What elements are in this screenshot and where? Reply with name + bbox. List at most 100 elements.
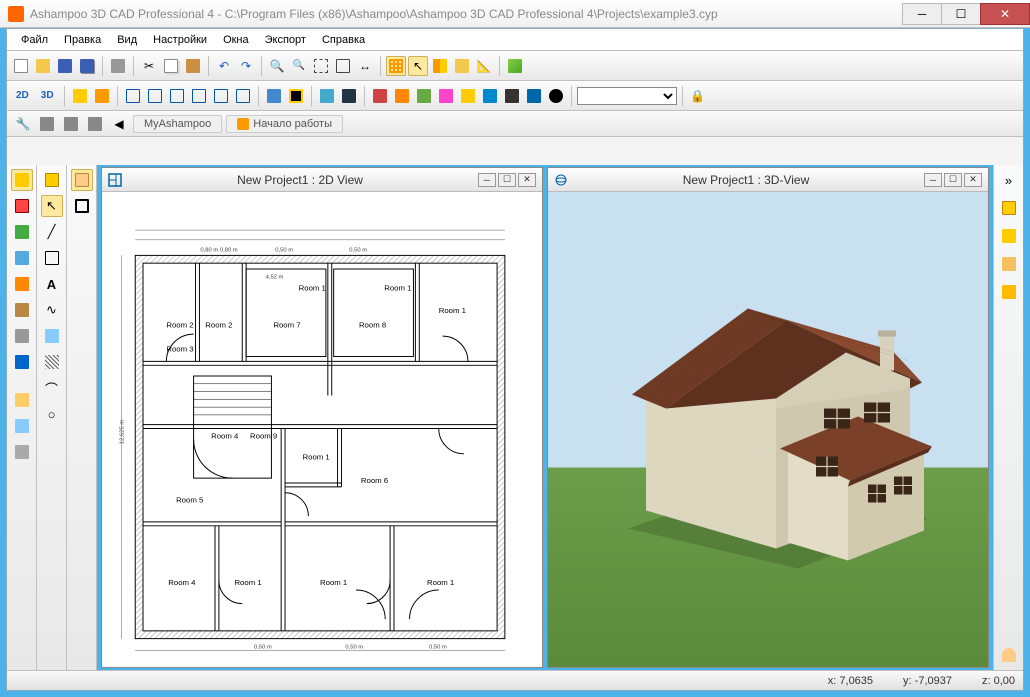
redo-icon[interactable]: ↷: [236, 56, 256, 76]
zoom-window-icon[interactable]: [333, 56, 353, 76]
layout-6-icon[interactable]: [233, 86, 253, 106]
saveas-icon[interactable]: [77, 56, 97, 76]
stair-tool-icon[interactable]: [11, 299, 33, 321]
edit-tool-icon[interactable]: [11, 415, 33, 437]
ruler-icon[interactable]: [430, 56, 450, 76]
pan-icon[interactable]: ↔: [355, 56, 375, 76]
menu-export[interactable]: Экспорт: [257, 32, 314, 48]
select-icon[interactable]: ↖: [41, 195, 63, 217]
doc-close-button[interactable]: ✕: [964, 173, 982, 187]
layout-5-icon[interactable]: [211, 86, 231, 106]
layout-1-icon[interactable]: [123, 86, 143, 106]
view-2d-canvas[interactable]: Room 2 Room 2 Room 7 Room 8 Room 1 Room …: [102, 192, 542, 667]
cut-icon[interactable]: ✂: [139, 56, 159, 76]
menu-help[interactable]: Справка: [314, 32, 373, 48]
folder-icon[interactable]: [998, 253, 1020, 275]
scale-select[interactable]: [577, 87, 677, 105]
sub-building-icon[interactable]: [41, 169, 63, 191]
catalog-icon[interactable]: [998, 197, 1020, 219]
layers-icon[interactable]: [505, 56, 525, 76]
save-icon[interactable]: [55, 56, 75, 76]
menu-settings[interactable]: Настройки: [145, 32, 215, 48]
layout-3-icon[interactable]: [167, 86, 187, 106]
menu-windows[interactable]: Окна: [215, 32, 257, 48]
tool-3-icon[interactable]: [414, 86, 434, 106]
view-house-icon[interactable]: [70, 86, 90, 106]
building-tool-icon[interactable]: [11, 169, 33, 191]
config-2-icon[interactable]: [61, 114, 81, 134]
mode-3d[interactable]: 3D: [36, 86, 59, 106]
wrench-icon[interactable]: 🔧: [13, 114, 33, 134]
line-icon[interactable]: ╱: [41, 221, 63, 243]
terrain-tool-icon[interactable]: [11, 351, 33, 373]
view-a-icon[interactable]: [317, 86, 337, 106]
tool-5-icon[interactable]: [458, 86, 478, 106]
tool-2-icon[interactable]: [392, 86, 412, 106]
tool-7-icon[interactable]: [502, 86, 522, 106]
snap-icon[interactable]: [452, 56, 472, 76]
undo-icon[interactable]: ↶: [214, 56, 234, 76]
tool-6-icon[interactable]: [480, 86, 500, 106]
tag-icon[interactable]: [998, 281, 1020, 303]
roof-tool-icon[interactable]: [11, 325, 33, 347]
doc-close-button[interactable]: ✕: [518, 173, 536, 187]
view-b-icon[interactable]: [339, 86, 359, 106]
text-icon[interactable]: A: [41, 273, 63, 295]
mode-2d[interactable]: 2D: [11, 86, 34, 106]
perspective-icon[interactable]: [286, 86, 306, 106]
close-button[interactable]: ✕: [980, 3, 1030, 25]
config-3-icon[interactable]: [85, 114, 105, 134]
wall-tool-icon[interactable]: [11, 195, 33, 217]
paste-icon[interactable]: [183, 56, 203, 76]
maximize-button[interactable]: ☐: [941, 3, 981, 25]
curve-icon[interactable]: ∿: [41, 299, 63, 321]
doc-maximize-button[interactable]: ☐: [944, 173, 962, 187]
arc-icon[interactable]: ⌒: [41, 377, 63, 399]
cursor-icon[interactable]: ↖: [408, 56, 428, 76]
window-tool-icon[interactable]: [11, 273, 33, 295]
tool-9-icon[interactable]: [546, 86, 566, 106]
view-3d-canvas[interactable]: [548, 192, 988, 667]
new-icon[interactable]: [11, 56, 31, 76]
minimize-button[interactable]: ─: [902, 3, 942, 25]
layout-2-icon[interactable]: [145, 86, 165, 106]
print-icon[interactable]: [108, 56, 128, 76]
grid-icon[interactable]: [386, 56, 406, 76]
zoom-in-icon[interactable]: 🔍: [267, 56, 287, 76]
hatch-icon[interactable]: [41, 351, 63, 373]
person-icon[interactable]: [998, 644, 1020, 666]
menu-view[interactable]: Вид: [109, 32, 145, 48]
dimension-tool-icon[interactable]: [11, 441, 33, 463]
catalog2-icon[interactable]: [998, 225, 1020, 247]
copy-icon[interactable]: [161, 56, 181, 76]
lock-icon[interactable]: 🔒: [688, 86, 708, 106]
open-icon[interactable]: [33, 56, 53, 76]
square-icon[interactable]: [71, 195, 93, 217]
prev-icon[interactable]: ◀: [109, 114, 129, 134]
tab-start[interactable]: Начало работы: [226, 115, 343, 133]
config-1-icon[interactable]: [37, 114, 57, 134]
view-floor-icon[interactable]: [92, 86, 112, 106]
door-tool-icon[interactable]: [11, 247, 33, 269]
doc-minimize-button[interactable]: ─: [924, 173, 942, 187]
tool-4-icon[interactable]: [436, 86, 456, 106]
doc-maximize-button[interactable]: ☐: [498, 173, 516, 187]
poly-icon[interactable]: [41, 325, 63, 347]
expand-icon[interactable]: »: [998, 169, 1020, 191]
zoom-fit-icon[interactable]: [311, 56, 331, 76]
zoom-out-icon[interactable]: 🔍: [289, 56, 309, 76]
tool-1-icon[interactable]: [370, 86, 390, 106]
tab-myashampoo[interactable]: MyAshampoo: [133, 115, 222, 133]
folder-tool-icon[interactable]: [11, 389, 33, 411]
cube-icon[interactable]: [264, 86, 284, 106]
outline-icon[interactable]: [71, 169, 93, 191]
measure-icon[interactable]: 📐: [474, 56, 494, 76]
tool-8-icon[interactable]: [524, 86, 544, 106]
room-tool-icon[interactable]: [11, 221, 33, 243]
layout-4-icon[interactable]: [189, 86, 209, 106]
menu-file[interactable]: Файл: [13, 32, 56, 48]
menu-edit[interactable]: Правка: [56, 32, 109, 48]
rect-icon[interactable]: [41, 247, 63, 269]
doc-minimize-button[interactable]: ─: [478, 173, 496, 187]
circle-icon[interactable]: ○: [41, 403, 63, 425]
